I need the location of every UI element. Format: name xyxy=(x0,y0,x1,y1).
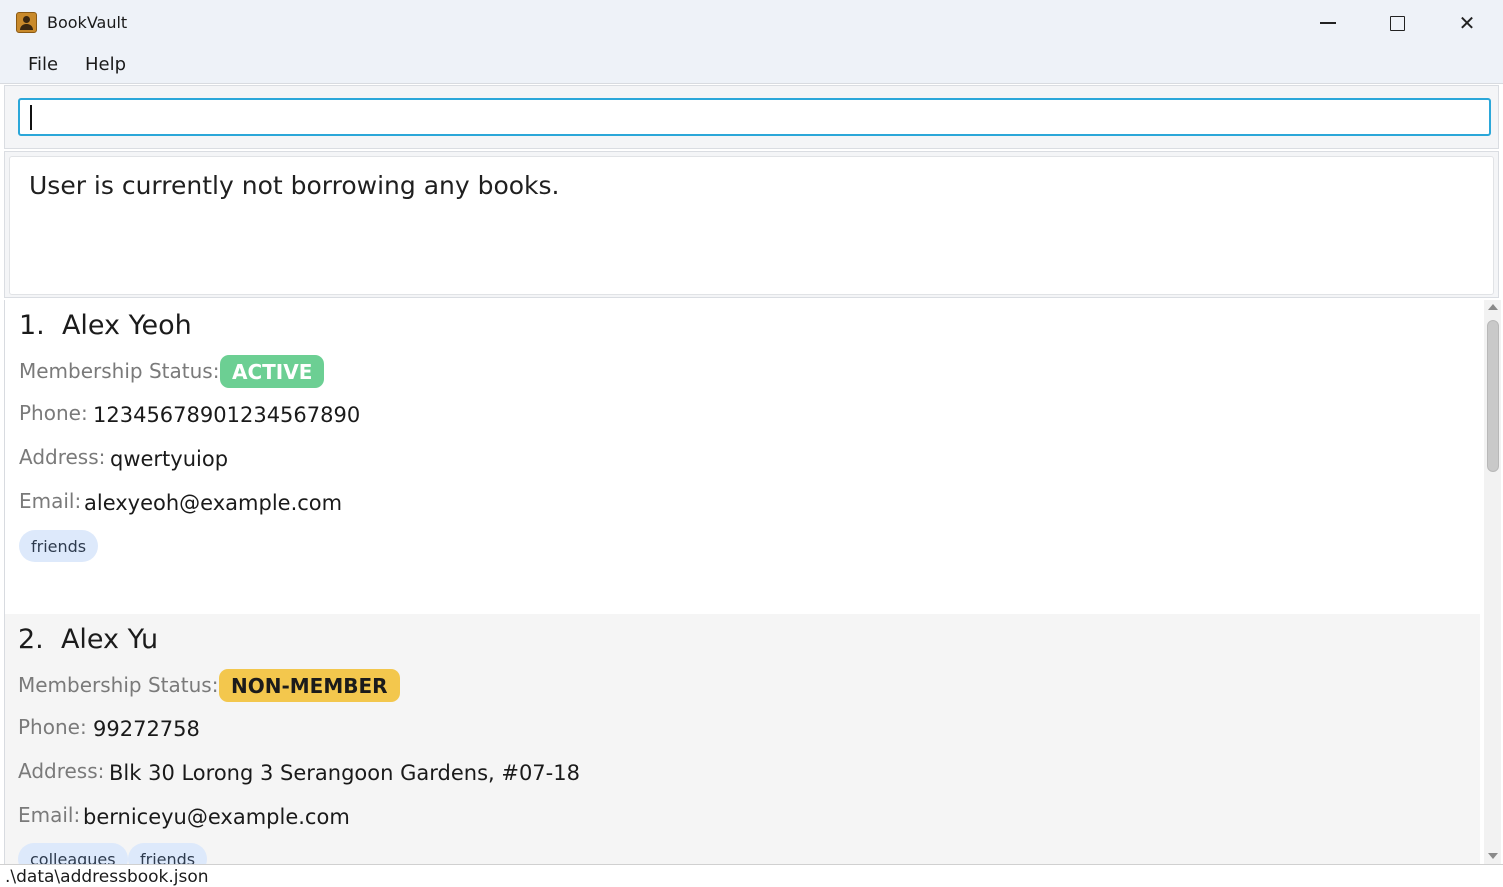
address-label: Address: xyxy=(19,445,106,469)
person-name: 1. Alex Yeoh xyxy=(19,310,192,341)
phone-value: 12345678901234567890 xyxy=(93,403,361,427)
person-name-text: Alex Yeoh xyxy=(61,310,192,341)
person-card[interactable]: 2. Alex Yu Membership Status: NON-MEMBER… xyxy=(5,614,1480,864)
window-title: BookVault xyxy=(47,13,128,32)
person-index: 1. xyxy=(19,310,45,341)
minimize-button[interactable] xyxy=(1293,0,1363,46)
menu-help[interactable]: Help xyxy=(85,54,126,75)
person-list[interactable]: 1. Alex Yeoh Membership Status: ACTIVE P… xyxy=(4,300,1501,864)
email-value: berniceyu@example.com xyxy=(83,805,350,829)
address-label: Address: xyxy=(18,759,105,783)
result-display[interactable]: User is currently not borrowing any book… xyxy=(9,156,1494,295)
person-name-text: Alex Yu xyxy=(60,624,159,655)
close-icon: ✕ xyxy=(1458,11,1476,35)
maximize-icon xyxy=(1389,15,1405,31)
membership-status-badge: NON-MEMBER xyxy=(219,669,400,702)
scroll-up-arrow-icon[interactable] xyxy=(1488,304,1498,310)
app-icon xyxy=(16,12,37,33)
command-input[interactable] xyxy=(18,98,1491,136)
phone-value: 99272758 xyxy=(93,717,200,741)
email-value: alexyeoh@example.com xyxy=(84,491,343,515)
membership-label: Membership Status: xyxy=(19,359,220,383)
address-value: Blk 30 Lorong 3 Serangoon Gardens, #07-1… xyxy=(109,761,580,785)
scroll-down-arrow-icon[interactable] xyxy=(1488,853,1498,859)
menu-file[interactable]: File xyxy=(28,54,58,75)
close-button[interactable]: ✕ xyxy=(1432,0,1502,46)
title-bar: BookVault ✕ xyxy=(0,0,1503,46)
text-caret xyxy=(30,105,32,130)
person-name: 2. Alex Yu xyxy=(18,624,158,655)
scroll-thumb[interactable] xyxy=(1487,320,1499,472)
person-index: 2. xyxy=(18,624,44,655)
membership-status-badge: ACTIVE xyxy=(220,355,325,388)
person-card[interactable]: 1. Alex Yeoh Membership Status: ACTIVE P… xyxy=(5,300,1480,614)
status-bar: .\data\addressbook.json xyxy=(0,864,1503,887)
address-value: qwertyuiop xyxy=(110,447,229,471)
membership-label: Membership Status: xyxy=(18,673,219,697)
result-message: User is currently not borrowing any book… xyxy=(29,171,560,200)
result-display-container: User is currently not borrowing any book… xyxy=(4,151,1499,298)
maximize-button[interactable] xyxy=(1362,0,1432,46)
tag-chip: friends xyxy=(19,530,99,562)
phone-label: Phone: xyxy=(18,715,87,739)
command-box-container xyxy=(4,85,1499,149)
list-scrollbar[interactable] xyxy=(1484,300,1501,864)
phone-label: Phone: xyxy=(19,401,88,425)
tag-chip: friends xyxy=(128,843,208,864)
email-label: Email: xyxy=(18,803,81,827)
tag-chip: colleagues xyxy=(18,843,128,864)
save-file-path: .\data\addressbook.json xyxy=(5,867,209,887)
minimize-icon xyxy=(1320,22,1336,24)
menu-bar: File Help xyxy=(0,46,1503,84)
email-label: Email: xyxy=(19,489,82,513)
